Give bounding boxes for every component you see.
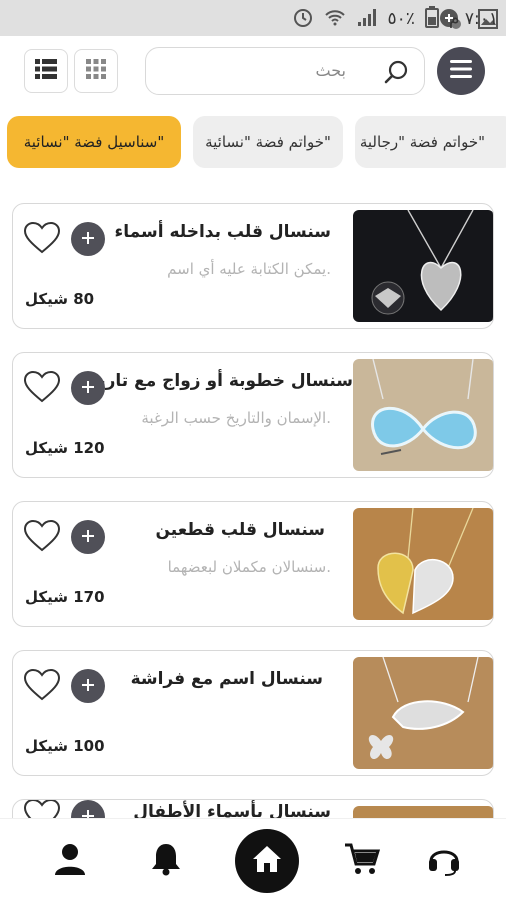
product-price: 170 شيكل [25,588,105,606]
add-to-cart-button[interactable] [71,520,105,554]
category-label: خواتم فضة "نسائية" [205,133,331,151]
plus-icon [81,230,95,249]
heart-icon [23,370,61,408]
product-title: سنسال اسم مع فراشة [130,669,323,689]
category-label: خواتم فضة "رجالية" [359,133,485,151]
list-view-icon [34,58,58,84]
heart-icon [23,519,61,557]
favorite-button[interactable] [23,668,61,706]
favorite-button[interactable] [23,519,61,557]
product-title: سنسال قلب بداخله أسماء [114,222,331,242]
alarm-icon [292,6,314,32]
plus-icon [81,528,95,547]
product-price: 120 شيكل [25,439,105,457]
product-title: سنسال خطوبة أو زواج مع تاريخ [87,371,353,391]
favorite-button[interactable] [23,370,61,408]
menu-button[interactable] [437,47,485,95]
nav-notifications[interactable] [146,841,186,881]
heart-icon [23,668,61,706]
profile-icon [53,842,87,880]
product-card[interactable]: سنسال قلب قطعين سنسالان مكملان لبعضهما. … [12,501,494,627]
status-bar: ٥٠٪ ٧:٠١ م [0,0,506,36]
battery-percent: ٥٠٪ [387,9,415,29]
category-label: سناسيل فضة "نسائية" [23,133,165,151]
nav-cart[interactable] [342,841,382,881]
menu-icon [449,59,473,83]
category-chip[interactable]: خواتم فضة "رجالية" [355,116,506,168]
grid-view-icon [85,58,107,84]
product-image [353,359,493,471]
nav-profile[interactable] [50,841,90,881]
favorite-button[interactable] [23,221,61,259]
clock: ٧:٠١ م [448,9,498,29]
product-description: يمكن الكتابة عليه أي اسم. [167,260,331,278]
product-image [353,657,493,769]
support-icon [426,841,462,881]
notifications-icon [150,842,182,880]
product-image [353,508,493,620]
wifi-icon [324,6,346,32]
nav-home[interactable] [235,829,299,893]
nav-support[interactable] [424,841,464,881]
add-to-cart-button[interactable] [71,669,105,703]
category-chip[interactable]: خواتم فضة "نسائية" [193,116,343,168]
product-image [353,210,493,322]
heart-icon [23,221,61,259]
home-icon [251,844,283,878]
search-bar[interactable]: بحث [145,47,425,95]
product-price: 100 شيكل [25,737,105,755]
product-price: 80 شيكل [25,290,95,308]
add-to-cart-button[interactable] [71,222,105,256]
list-view-button[interactable] [24,49,68,93]
bottom-nav [0,818,506,900]
add-to-cart-button[interactable] [71,371,105,405]
status-right: ٥٠٪ ٧:٠١ م [292,6,498,32]
search-input[interactable]: بحث [316,61,347,80]
search-icon[interactable] [384,59,410,89]
product-card[interactable]: سنسال خطوبة أو زواج مع تاريخ الإسمان وال… [12,352,494,478]
cart-icon [344,842,381,880]
category-chip[interactable]: سناسيل فضة "نسائية" [7,116,181,168]
plus-icon [81,379,95,398]
product-description: الإسمان والتاريخ حسب الرغبة. [141,409,331,427]
product-card[interactable]: سنسال اسم مع فراشة 100 شيكل [12,650,494,776]
product-title: سنسال قلب قطعين [155,520,325,540]
grid-view-button[interactable] [74,49,118,93]
category-chips: سناسيل فضة "نسائية" خواتم فضة "نسائية" خ… [0,116,506,168]
product-description: سنسالان مكملان لبعضهما. [167,558,331,576]
product-card[interactable]: سنسال قلب بداخله أسماء يمكن الكتابة عليه… [12,203,494,329]
signal-icon [356,6,378,32]
battery-icon [424,6,439,32]
plus-icon [81,677,95,696]
